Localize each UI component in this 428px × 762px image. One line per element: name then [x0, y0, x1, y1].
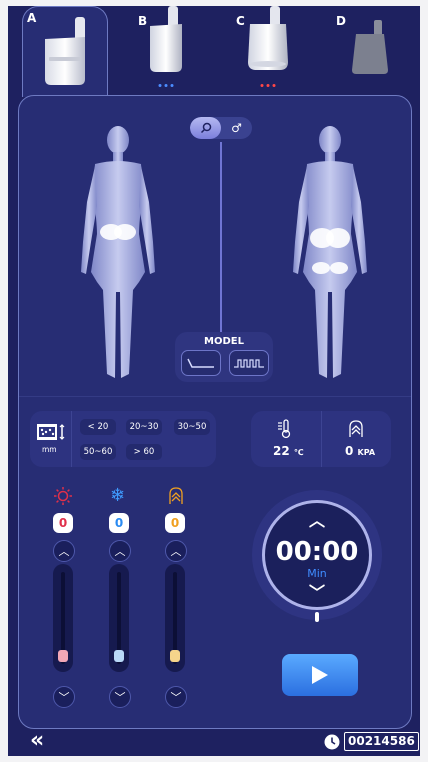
start-button[interactable] [282, 654, 358, 696]
tab-a-letter: A [27, 11, 37, 25]
model-selector: MODEL [175, 332, 273, 382]
heat-up-button[interactable]: ︿ [53, 540, 75, 562]
cold-up-button[interactable]: ︿ [109, 540, 131, 562]
timer-up-button[interactable]: ︿ [265, 507, 369, 531]
model-pulse-button[interactable] [229, 350, 269, 376]
model-title: MODEL [204, 336, 244, 347]
tab-handpiece-b[interactable]: B [118, 6, 214, 96]
tab-handpiece-a[interactable]: A [22, 6, 108, 97]
cold-slider[interactable] [109, 564, 129, 672]
readings-card: 22 ℃ 0 KPA [251, 411, 391, 467]
section-divider [19, 396, 411, 397]
chevron-down-icon: ﹀ [58, 691, 70, 704]
usage-counter: 00214586 [344, 732, 419, 751]
front-body-figure[interactable] [73, 122, 163, 384]
cold-slider-knob[interactable] [114, 650, 124, 662]
tab-c-indicator [260, 84, 276, 87]
chevron-up-icon: ︿ [58, 545, 70, 558]
handpiece-b-icon [150, 6, 182, 72]
thermometer-icon [278, 419, 291, 439]
suction-icon [349, 420, 363, 437]
heat-slider-knob[interactable] [58, 650, 68, 662]
heat-level-value: 0 [53, 513, 73, 533]
male-toggle-option[interactable]: ♂ [221, 117, 252, 139]
chevron-up-icon: ︿ [170, 545, 182, 558]
female-search-icon [200, 122, 211, 134]
temperature-readout: 22 ℃ [273, 444, 304, 458]
male-icon: ♂ [231, 121, 242, 135]
thickness-unit: mm [42, 445, 57, 454]
timer-value: 00:00 [275, 537, 359, 567]
footer-bar: « 00214586 [8, 728, 420, 756]
chevron-up-icon: ︿ [114, 545, 126, 558]
continuous-wave-icon [187, 358, 214, 368]
handpiece-d-icon [352, 20, 388, 74]
pressure-value: 0 [345, 444, 354, 458]
handpiece-a-icon [45, 17, 85, 85]
tab-handpiece-d[interactable]: D [322, 6, 418, 96]
play-icon [312, 666, 328, 684]
tab-b-indicator [158, 84, 174, 87]
sun-icon [54, 487, 72, 505]
thickness-option-1[interactable]: < 20 [80, 419, 116, 435]
back-body-figure[interactable] [285, 122, 375, 384]
chevron-down-icon: ﹀ [308, 583, 325, 602]
vacuum-icon [169, 487, 183, 504]
temperature-value: 22 [273, 444, 290, 458]
model-continuous-button[interactable] [181, 350, 221, 376]
fat-layer-icon [37, 424, 65, 440]
suction-level-value: 0 [165, 513, 185, 533]
handpiece-c-icon [248, 6, 288, 70]
tab-handpiece-c[interactable]: C [220, 6, 316, 96]
readings-divider [321, 411, 322, 467]
heat-slider[interactable] [53, 564, 73, 672]
clock-icon [324, 734, 340, 750]
suction-slider-knob[interactable] [170, 650, 180, 662]
pressure-readout: 0 KPA [345, 444, 375, 458]
device-screen: A B C D ♂ MODEL mm < 20 20~30 30~50 50~6… [8, 6, 420, 756]
timer-indicator [315, 612, 319, 622]
tab-d-letter: D [336, 14, 346, 28]
thickness-option-2[interactable]: 20~30 [126, 419, 162, 435]
fat-thickness-card: mm < 20 20~30 30~50 50~60 > 60 [30, 411, 216, 467]
gender-toggle[interactable]: ♂ [190, 117, 252, 139]
suction-slider[interactable] [165, 564, 185, 672]
thickness-divider [71, 411, 72, 467]
female-toggle-option[interactable] [190, 117, 221, 139]
pressure-unit: KPA [357, 448, 376, 457]
thickness-option-5[interactable]: > 60 [126, 444, 162, 460]
suction-up-button[interactable]: ︿ [165, 540, 187, 562]
timer-face: ︿ 00:00 Min ﹀ [262, 500, 372, 610]
timer-dial: ︿ 00:00 Min ﹀ [252, 490, 382, 622]
back-icon[interactable]: « [30, 730, 44, 752]
center-divider [220, 142, 222, 332]
cold-down-button[interactable]: ﹀ [109, 686, 131, 708]
temperature-unit: ℃ [293, 448, 304, 457]
chevron-down-icon: ﹀ [170, 691, 182, 704]
thickness-option-4[interactable]: 50~60 [80, 444, 116, 460]
cold-level-value: 0 [109, 513, 129, 533]
timer-down-button[interactable]: ﹀ [265, 579, 369, 603]
thickness-option-3[interactable]: 30~50 [174, 419, 210, 435]
chevron-up-icon: ︿ [308, 511, 325, 530]
heat-down-button[interactable]: ﹀ [53, 686, 75, 708]
main-panel: ♂ MODEL mm < 20 20~30 30~50 50~60 > 60 2… [18, 95, 412, 729]
pulse-wave-icon [234, 359, 264, 368]
suction-down-button[interactable]: ﹀ [165, 686, 187, 708]
chevron-down-icon: ﹀ [114, 691, 126, 704]
snowflake-icon: ❄ [110, 485, 126, 506]
